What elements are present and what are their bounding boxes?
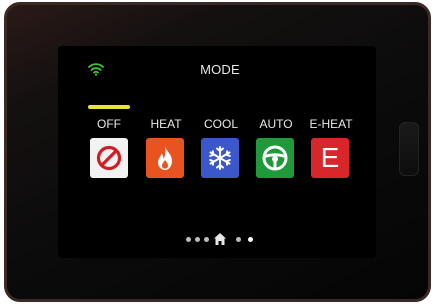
selected-mode-indicator bbox=[88, 105, 130, 109]
screen-title: MODE bbox=[200, 62, 240, 77]
mode-label-heat: HEAT bbox=[150, 117, 182, 131]
mode-label-cool: COOL bbox=[203, 117, 238, 131]
mode-cool-button[interactable] bbox=[201, 138, 239, 178]
mode-heat-button[interactable] bbox=[146, 138, 184, 178]
page-dot-active[interactable] bbox=[248, 237, 253, 242]
mode-label-e-heat: E-HEAT bbox=[309, 117, 353, 131]
snowflake-icon bbox=[209, 146, 231, 170]
mode-off-button[interactable] bbox=[90, 138, 128, 178]
prohibited-icon bbox=[96, 145, 122, 171]
flame-icon bbox=[158, 146, 172, 170]
wifi-icon bbox=[88, 63, 104, 76]
mode-e-heat-button[interactable]: E bbox=[311, 138, 349, 178]
steering-wheel-icon bbox=[262, 145, 288, 171]
mode-label-off: OFF bbox=[97, 117, 121, 131]
letter-e-icon: E bbox=[320, 142, 340, 173]
home-icon[interactable] bbox=[213, 232, 227, 246]
page-dot-2[interactable] bbox=[195, 237, 200, 242]
mode-label-auto: AUTO bbox=[259, 117, 293, 131]
page-indicator bbox=[186, 232, 258, 246]
page-dot-3[interactable] bbox=[204, 237, 209, 242]
page-dot-4[interactable] bbox=[236, 237, 241, 242]
mode-auto-button[interactable] bbox=[256, 138, 294, 178]
page-dot-1[interactable] bbox=[186, 237, 191, 242]
side-button[interactable] bbox=[399, 122, 419, 176]
